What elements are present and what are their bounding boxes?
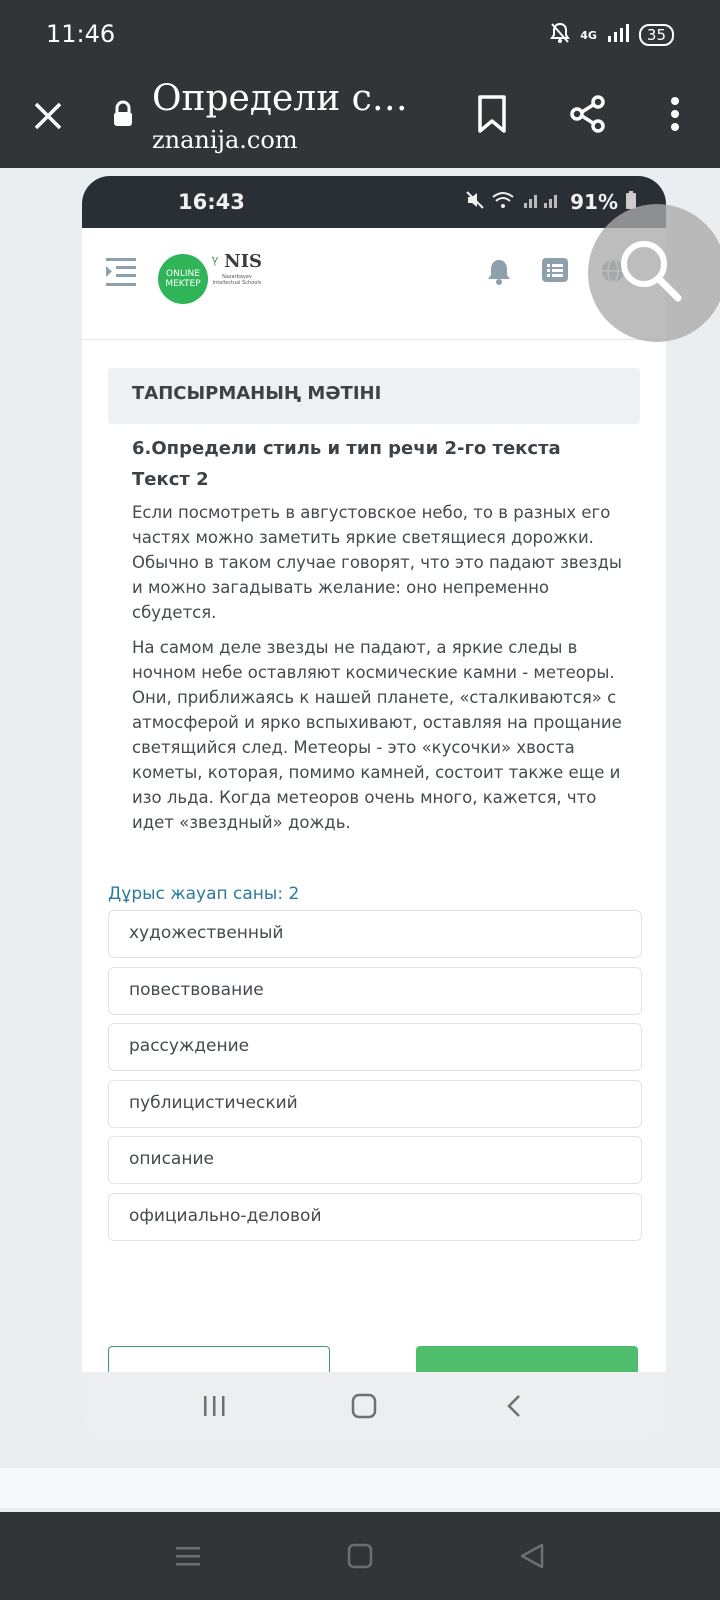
task-text-header: ТАПСЫРМАНЫҢ МӘТІНІ: [108, 368, 640, 424]
text-title: Текст 2: [132, 469, 209, 490]
mute-bell-icon: [550, 22, 571, 48]
search-button[interactable]: [588, 204, 720, 342]
bookmark-icon[interactable]: [472, 92, 512, 136]
signal-icon: [607, 23, 629, 47]
bell-icon[interactable]: [486, 258, 512, 290]
back-icon[interactable]: [512, 1540, 552, 1572]
back-icon[interactable]: [494, 1390, 534, 1422]
more-icon[interactable]: [660, 92, 690, 136]
bottom-spacer: [0, 1468, 720, 1508]
nis-logo: NIS Nazarbayev Intellectual Schools: [212, 250, 262, 286]
list-icon[interactable]: [542, 258, 568, 286]
search-icon: [616, 236, 688, 312]
inner-status-time: 16:43: [178, 190, 245, 214]
page-title[interactable]: Определи с…: [152, 78, 408, 119]
home-icon[interactable]: [344, 1390, 384, 1422]
recents-icon[interactable]: [194, 1390, 234, 1422]
app-header: ONLINE MEKTEP NIS Nazarbayev Intellectua…: [82, 228, 666, 340]
nis-logo-subtitle: Nazarbayev Intellectual Schools: [212, 274, 262, 286]
paragraph: На самом деле звезды не падают, а яркие …: [132, 638, 622, 832]
menu-icon[interactable]: [104, 256, 138, 292]
mute-icon: [466, 190, 484, 214]
option-item[interactable]: описание: [108, 1136, 642, 1184]
inner-battery-label: 91%: [570, 190, 618, 214]
paragraph: Если посмотреть в августовское небо, то …: [132, 503, 622, 622]
option-item[interactable]: повествование: [108, 966, 642, 1015]
answer-options: художественный повествование рассуждение…: [108, 910, 642, 1249]
recents-icon[interactable]: [168, 1540, 208, 1572]
online-mektep-logo[interactable]: ONLINE MEKTEP: [158, 254, 208, 304]
answer-count: Дұрыс жауап саны: 2: [108, 884, 300, 904]
inner-status-icons: 91%: [466, 190, 636, 214]
status-time: 11:46: [46, 20, 116, 48]
system-navigation-bar: [0, 1512, 720, 1600]
logo-line-1: ONLINE: [166, 269, 200, 279]
option-item[interactable]: публицистический: [108, 1079, 642, 1128]
option-item[interactable]: официально-деловой: [108, 1192, 642, 1241]
share-icon[interactable]: [566, 92, 610, 136]
browser-toolbar: Определи с… znanija.com: [0, 70, 720, 168]
logo-line-2: MEKTEP: [165, 279, 201, 289]
wifi-icon: [492, 190, 514, 214]
inner-navigation-bar: [82, 1372, 666, 1440]
home-icon[interactable]: [340, 1540, 380, 1572]
signal-icon: [522, 190, 562, 214]
question-title: 6.Определи стиль и тип речи 2-го текста: [132, 438, 561, 459]
lock-icon: [110, 98, 136, 130]
nis-logo-text: NIS: [224, 250, 262, 272]
option-item[interactable]: художественный: [108, 910, 642, 958]
option-item[interactable]: рассуждение: [108, 1023, 642, 1071]
inner-status-bar: 16:43 91%: [82, 176, 666, 228]
page-url[interactable]: znanija.com: [152, 126, 298, 154]
network-label: 4G: [580, 28, 597, 42]
task-content: 6.Определи стиль и тип речи 2-го текста …: [132, 438, 622, 845]
battery-level: 35: [638, 24, 674, 46]
status-bar: 11:46 4G 35: [0, 0, 720, 70]
status-icons: 4G 35: [550, 22, 674, 48]
close-icon[interactable]: [28, 96, 68, 136]
screenshot-image: 16:43 91% ONLINE MEKTEP NIS Nazarbayev I…: [82, 176, 666, 1440]
